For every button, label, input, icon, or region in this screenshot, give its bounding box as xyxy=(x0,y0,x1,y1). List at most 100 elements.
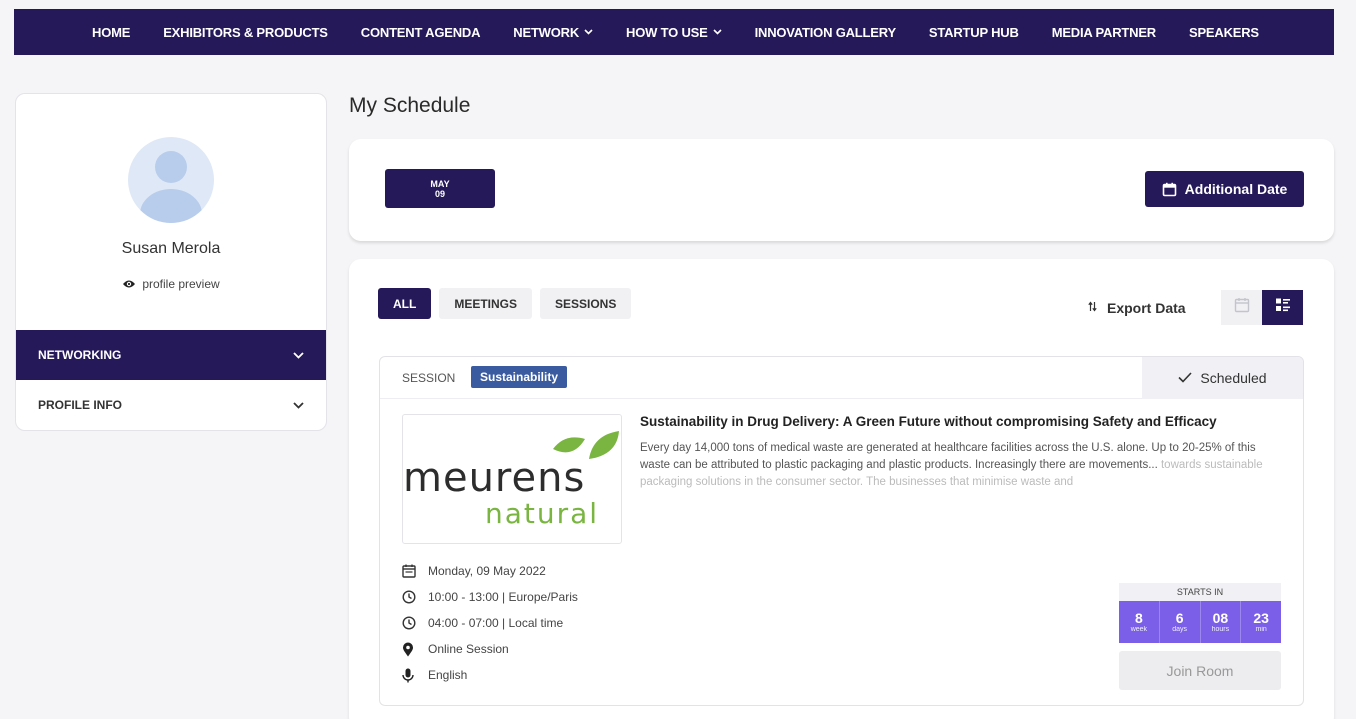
user-name: Susan Merola xyxy=(121,240,221,257)
location-pin-icon xyxy=(402,642,428,657)
countdown-timer: STARTS IN 8 week 6 days 08 hours 23 min xyxy=(1119,583,1281,643)
chevron-down-icon xyxy=(293,398,304,412)
schedule-list-card: ALL MEETINGS SESSIONS Export Data SESSIO… xyxy=(349,259,1334,719)
detail-date: Monday, 09 May 2022 xyxy=(402,558,578,584)
page-title: My Schedule xyxy=(349,94,471,117)
sidebar-item-label: PROFILE INFO xyxy=(38,398,122,412)
countdown-days: 6 days xyxy=(1160,601,1201,643)
countdown-row: 8 week 6 days 08 hours 23 min xyxy=(1119,601,1281,643)
countdown-value: 08 xyxy=(1212,609,1229,626)
sidebar-item-networking[interactable]: NETWORKING xyxy=(16,330,326,380)
date-selector-card: MAY 09 Additional Date xyxy=(349,139,1334,241)
countdown-value: 23 xyxy=(1253,609,1269,626)
countdown-hours: 08 hours xyxy=(1201,601,1242,643)
date-tab-may-09[interactable]: MAY 09 xyxy=(385,169,495,208)
date-tab-month: MAY xyxy=(430,178,450,189)
avatar-head xyxy=(155,151,187,183)
calendar-icon xyxy=(1234,297,1250,318)
countdown-minutes: 23 min xyxy=(1241,601,1281,643)
time-event-text: 10:00 - 13:00 | Europe/Paris xyxy=(428,590,578,604)
nav-how-to-use-label: HOW TO USE xyxy=(626,24,708,40)
export-data-label: Export Data xyxy=(1107,300,1186,316)
nav-home-label: HOME xyxy=(92,24,131,40)
nav-startup-hub[interactable]: STARTUP HUB xyxy=(929,25,1019,40)
countdown-value: 8 xyxy=(1134,609,1143,626)
join-room-button[interactable]: Join Room xyxy=(1119,651,1281,690)
countdown-weeks: 8 week xyxy=(1119,601,1160,643)
profile-preview-label: profile preview xyxy=(142,277,220,291)
session-title[interactable]: Sustainability in Drug Delivery: A Green… xyxy=(640,414,1217,429)
chevron-down-icon xyxy=(713,27,722,37)
session-header: SESSION Sustainability Scheduled xyxy=(380,357,1303,399)
session-description: Every day 14,000 tons of medical waste a… xyxy=(640,440,1285,492)
sort-arrows-icon xyxy=(1088,301,1097,315)
nav-home[interactable]: HOME xyxy=(92,25,130,40)
session-details: Monday, 09 May 2022 10:00 - 13:00 | Euro… xyxy=(402,558,578,688)
language-text: English xyxy=(428,668,468,682)
nav-innovation-gallery[interactable]: INNOVATION GALLERY xyxy=(754,24,897,40)
session-logo: meurens natural xyxy=(402,414,622,544)
top-navigation: HOME EXHIBITORS & PRODUCTS CONTENT AGEND… xyxy=(14,9,1334,55)
nav-media-partner-label: MEDIA PARTNER xyxy=(1051,24,1156,40)
time-local-text: 04:00 - 07:00 | Local time xyxy=(428,616,564,630)
profile-sidebar: Susan Merola profile preview NETWORKING … xyxy=(15,93,327,431)
tab-all[interactable]: ALL xyxy=(378,288,432,319)
scheduled-label: Scheduled xyxy=(1200,370,1267,386)
topic-tag: Sustainability xyxy=(471,366,568,388)
export-data-button[interactable]: Export Data xyxy=(1088,300,1186,316)
list-view-button[interactable] xyxy=(1262,290,1303,325)
chevron-down-icon xyxy=(293,348,304,362)
countdown-value: 6 xyxy=(1175,609,1184,626)
detail-time-event: 10:00 - 13:00 | Europe/Paris xyxy=(402,584,578,610)
countdown-unit: week xyxy=(1130,625,1148,633)
eye-icon xyxy=(122,279,136,289)
detail-language: English xyxy=(402,662,578,688)
clock-icon xyxy=(402,590,428,604)
countdown-unit: days xyxy=(1172,625,1188,633)
filter-tabs: ALL MEETINGS SESSIONS xyxy=(378,288,639,319)
nav-content-agenda-label: CONTENT AGENDA xyxy=(360,24,481,40)
chevron-down-icon xyxy=(584,27,593,37)
nav-speakers-label: SPEAKERS xyxy=(1188,24,1259,40)
date-text: Monday, 09 May 2022 xyxy=(428,564,546,578)
additional-date-button[interactable]: Additional Date xyxy=(1145,171,1304,207)
tab-meetings[interactable]: MEETINGS xyxy=(439,288,532,319)
avatar xyxy=(128,137,214,223)
session-card[interactable]: SESSION Sustainability Scheduled meurens… xyxy=(379,356,1304,706)
additional-date-label: Additional Date xyxy=(1184,181,1288,197)
session-type-label: SESSION xyxy=(402,371,456,385)
countdown-unit: min xyxy=(1255,625,1267,633)
avatar-body xyxy=(140,189,202,223)
nav-innovation-gallery-label: INNOVATION GALLERY xyxy=(754,24,897,40)
calendar-icon xyxy=(1162,182,1177,197)
calendar-view-button[interactable] xyxy=(1221,290,1262,325)
view-toggle xyxy=(1221,290,1303,325)
check-icon xyxy=(1178,370,1192,386)
sidebar-item-label: NETWORKING xyxy=(38,348,122,362)
nav-content-agenda[interactable]: CONTENT AGENDA xyxy=(361,25,481,40)
nav-network-label: NETWORK xyxy=(513,24,580,40)
starts-in-label: STARTS IN xyxy=(1119,583,1281,601)
countdown-unit: hours xyxy=(1211,625,1230,633)
nav-how-to-use[interactable]: HOW TO USE xyxy=(626,25,722,40)
nav-media-partner[interactable]: MEDIA PARTNER xyxy=(1052,25,1156,40)
logo-wordmark: meurens xyxy=(403,455,586,501)
sidebar-item-profile-info[interactable]: PROFILE INFO xyxy=(16,380,326,430)
tab-sessions[interactable]: SESSIONS xyxy=(540,288,632,319)
logo-subwordmark: natural xyxy=(485,497,600,530)
nav-exhibitors-products[interactable]: EXHIBITORS & PRODUCTS xyxy=(163,25,328,40)
detail-time-local: 04:00 - 07:00 | Local time xyxy=(402,610,578,636)
microphone-icon xyxy=(402,668,428,683)
nav-speakers[interactable]: SPEAKERS xyxy=(1189,25,1259,40)
location-text: Online Session xyxy=(428,642,509,656)
nav-startup-hub-label: STARTUP HUB xyxy=(928,24,1019,40)
nav-exhibitors-label: EXHIBITORS & PRODUCTS xyxy=(163,24,328,40)
scheduled-status: Scheduled xyxy=(1142,357,1303,399)
calendar-icon xyxy=(402,564,428,578)
nav-network[interactable]: NETWORK xyxy=(513,25,593,40)
profile-preview-link[interactable]: profile preview xyxy=(16,277,326,291)
clock-icon xyxy=(402,616,428,630)
list-view-icon xyxy=(1275,297,1291,318)
date-tab-day: 09 xyxy=(434,188,445,199)
detail-location: Online Session xyxy=(402,636,578,662)
